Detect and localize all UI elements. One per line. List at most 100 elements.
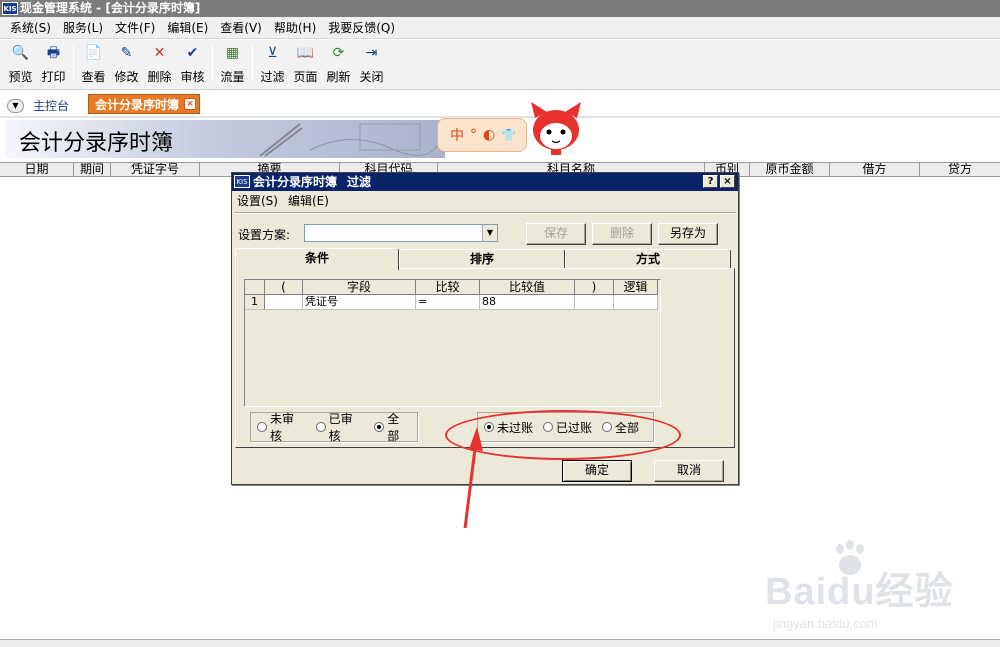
radio-audited[interactable]: 已审核 — [315, 410, 365, 444]
watermark-url: jingyan.baidu.com — [773, 616, 878, 631]
cancel-button[interactable]: 取消 — [654, 460, 724, 482]
cg-col-open-paren: ( — [265, 280, 303, 295]
page-title: 会计分录序时簿 — [19, 131, 174, 156]
cg-col-compare-value: 比较值 — [480, 280, 575, 295]
dialog-title-sub: 过滤 — [347, 175, 372, 189]
window-title: 现金管理系统 - [会计分录序时簿] — [20, 1, 201, 15]
save-as-button[interactable]: 另存为 — [658, 223, 718, 245]
close-button[interactable]: ⇥ 关闭 — [355, 44, 388, 85]
tabstrip: ▼ 主控台 会计分录序时簿 × — [0, 91, 1000, 118]
dialog-titlebar[interactable]: KIS 会计分录序时簿 过滤 ? × — [232, 173, 738, 191]
save-button[interactable]: 保存 — [526, 223, 586, 245]
menubar: 系统(S) 服务(L) 文件(F) 编辑(E) 查看(V) 帮助(H) 我要反馈… — [0, 17, 1000, 39]
radio-dot — [374, 422, 385, 432]
bubble-icon-2: ◐ — [483, 127, 496, 143]
cashflow-button[interactable]: ▦ 流量 — [216, 44, 249, 85]
menu-service[interactable]: 服务(L) — [57, 19, 109, 36]
edit-button[interactable]: ✎ 修改 — [110, 44, 143, 85]
refresh-button[interactable]: ⟳ 刷新 — [322, 44, 355, 85]
help-icon[interactable]: ? — [703, 175, 718, 188]
dialog-title-main: 会计分录序时簿 — [253, 175, 338, 189]
view-button[interactable]: 📄 查看 — [77, 44, 110, 85]
col-voucher-no[interactable]: 凭证字号 — [111, 163, 200, 176]
print-icon: 🖶 — [46, 45, 61, 61]
filter-icon: ⊻ — [267, 45, 278, 61]
app-logo-icon: KIS — [2, 2, 18, 15]
radio-audit-all[interactable]: 全部 — [374, 410, 411, 444]
scheme-select[interactable]: ▼ — [304, 224, 498, 242]
preview-icon: 🔍 — [11, 45, 30, 61]
ok-button[interactable]: 确定 — [562, 460, 632, 482]
dialog-menu-settings[interactable]: 设置(S) — [237, 192, 278, 209]
dialog-menubar: 设置(S) 编辑(E) — [232, 191, 738, 209]
preview-button[interactable]: 🔍 预览 — [4, 44, 37, 85]
delete-scheme-button[interactable]: 删除 — [592, 223, 652, 245]
cg-col-close-paren: ) — [575, 280, 614, 295]
dialog-tabs: 条件 排序 方式 — [235, 248, 735, 270]
radio-dot — [315, 422, 326, 432]
audit-button[interactable]: ✔ 审核 — [176, 44, 209, 85]
toolbar-separator — [252, 44, 253, 82]
condition-grid[interactable]: ( 字段 比较 比较值 ) 逻辑 1 凭证号 = 88 — [244, 279, 661, 407]
window-titlebar: KIS 现金管理系统 - [会计分录序时簿] — [0, 0, 1000, 17]
pen-sketch-icon — [259, 123, 441, 157]
toolbar-separator — [73, 44, 74, 82]
dialog-logo-icon: KIS — [234, 175, 250, 188]
delete-icon: ✕ — [153, 45, 166, 61]
tab-journal[interactable]: 会计分录序时簿 × — [88, 94, 201, 114]
cg-col-logic: 逻辑 — [614, 280, 658, 295]
mascot-speech-bubble: 中 ° ◐ 👕 — [437, 118, 527, 152]
audit-status-group: 未审核 已审核 全部 — [250, 410, 418, 444]
menu-feedback[interactable]: 我要反馈(Q) — [322, 19, 401, 36]
bubble-text: 中 — [450, 128, 464, 144]
col-date[interactable]: 日期 — [0, 163, 74, 176]
audit-icon: ✔ — [186, 45, 199, 61]
annotation-arrow-icon — [463, 427, 483, 529]
bubble-icon-1: ° — [470, 127, 477, 143]
delete-button[interactable]: ✕ 删除 — [143, 44, 176, 85]
tab-close-icon[interactable]: × — [184, 98, 197, 110]
baidu-watermark: Baidu经验 jingyan.baidu.com — [765, 540, 995, 640]
filter-button[interactable]: ⊻ 过滤 — [256, 44, 289, 85]
tab-journal-label: 会计分录序时簿 — [95, 98, 180, 112]
dialog-divider — [234, 212, 736, 214]
tab-mode[interactable]: 方式 — [565, 249, 731, 269]
menu-system[interactable]: 系统(S) — [4, 19, 57, 36]
tab-home[interactable]: 主控台 — [33, 97, 69, 114]
dialog-menu-edit[interactable]: 编辑(E) — [288, 192, 329, 209]
cg-col-compare: 比较 — [416, 280, 480, 295]
radio-dot — [257, 422, 267, 432]
menu-view[interactable]: 查看(V) — [214, 19, 268, 36]
chevron-down-icon[interactable]: ▼ — [7, 99, 24, 113]
print-button[interactable]: 🖶 打印 — [37, 44, 70, 85]
bubble-icon-3: 👕 — [501, 128, 517, 142]
col-credit[interactable]: 贷方 — [920, 163, 1000, 176]
toolbar-separator — [212, 44, 213, 82]
menu-help[interactable]: 帮助(H) — [268, 19, 322, 36]
cg-col-field: 字段 — [303, 280, 416, 295]
col-orig-amount[interactable]: 原币金额 — [750, 163, 830, 176]
table-row[interactable]: 1 凭证号 = 88 — [245, 295, 660, 310]
page-button[interactable]: 📖 页面 — [289, 44, 322, 85]
page-icon: 📖 — [296, 45, 315, 61]
menu-file[interactable]: 文件(F) — [109, 19, 161, 36]
col-debit[interactable]: 借方 — [830, 163, 920, 176]
close-icon: ⇥ — [365, 45, 378, 61]
menu-edit[interactable]: 编辑(E) — [161, 19, 214, 36]
cg-col-rownum — [245, 280, 265, 295]
cashflow-icon: ▦ — [225, 45, 240, 61]
view-icon: 📄 — [84, 45, 103, 61]
condition-grid-header: ( 字段 比较 比较值 ) 逻辑 — [245, 280, 660, 295]
tab-conditions[interactable]: 条件 — [235, 248, 399, 270]
watermark-brand: Baidu经验 — [765, 571, 954, 613]
chevron-down-icon[interactable]: ▼ — [482, 225, 497, 241]
radio-unaudited[interactable]: 未审核 — [257, 410, 306, 444]
tab-sort[interactable]: 排序 — [399, 249, 565, 269]
statusbar — [0, 639, 1000, 647]
scheme-label: 设置方案: — [238, 228, 291, 242]
dialog-close-icon[interactable]: × — [720, 175, 735, 188]
col-period[interactable]: 期间 — [74, 163, 111, 176]
fox-mascot-icon — [531, 102, 581, 155]
edit-icon: ✎ — [120, 45, 133, 61]
refresh-icon: ⟳ — [332, 45, 345, 61]
